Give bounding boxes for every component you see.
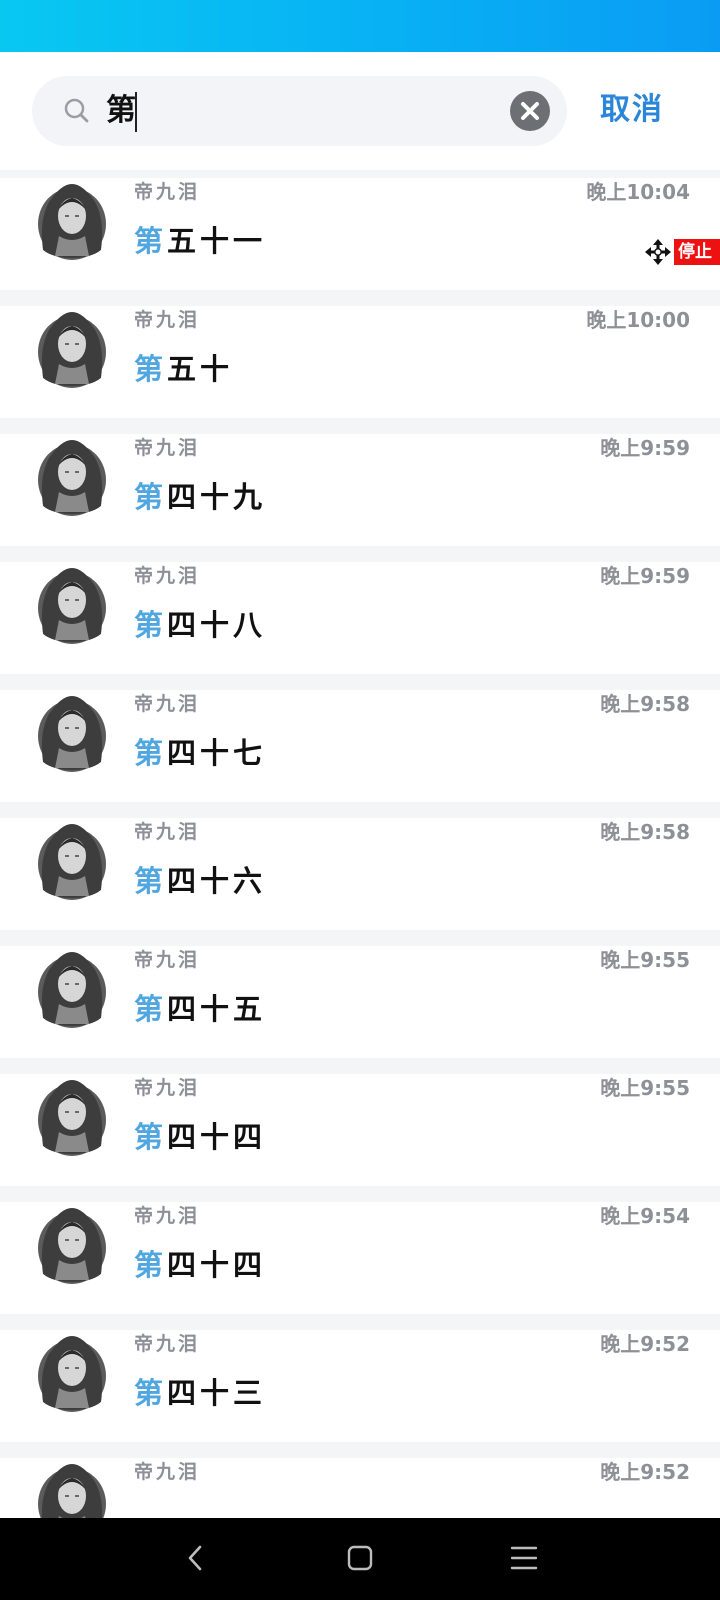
message-text: 第四十四 <box>134 1246 266 1284</box>
message-remainder: 四十三 <box>167 1376 267 1410</box>
sender-name: 帝九泪 <box>134 437 201 459</box>
highlighted-match: 第 <box>134 1120 168 1154</box>
message-time: 晚上9:54 <box>600 1204 690 1228</box>
avatar <box>35 692 109 772</box>
search-results-list: 帝九泪 晚上10:04 第五十一 帝九泪 晚上10:00 第五十 帝九泪 晚上9:59 第四十九… <box>0 170 720 1518</box>
message-time: 晚上9:58 <box>600 692 690 716</box>
close-icon <box>521 102 539 120</box>
message-text: 第四十七 <box>134 734 266 772</box>
status-bar <box>0 0 720 52</box>
message-remainder: 四十九 <box>167 480 267 514</box>
avatar <box>35 820 109 900</box>
clear-button[interactable] <box>510 91 550 131</box>
search-result-item[interactable]: 帝九泪 晚上9:59 第四十八 <box>0 562 720 674</box>
cancel-button[interactable]: 取消 <box>600 88 664 132</box>
search-result-item[interactable]: 帝九泪 晚上9:59 第四十九 <box>0 434 720 546</box>
highlighted-match: 第 <box>134 480 168 514</box>
highlighted-match: 第 <box>134 736 168 770</box>
floating-widget[interactable]: 停止 <box>644 236 720 268</box>
message-text: 第四十八 <box>134 606 266 644</box>
message-remainder: 五十 <box>167 352 234 386</box>
message-remainder: 四十五 <box>167 992 267 1026</box>
search-result-item[interactable]: 帝九泪 晚上9:58 第四十七 <box>0 690 720 802</box>
message-remainder: 四十八 <box>167 608 267 642</box>
sender-name: 帝九泪 <box>134 309 201 331</box>
message-time: 晚上9:52 <box>600 1460 690 1484</box>
highlighted-match: 第 <box>134 1376 168 1410</box>
back-icon[interactable] <box>176 1538 216 1578</box>
sender-name: 帝九泪 <box>134 1077 201 1099</box>
message-time: 晚上9:59 <box>600 564 690 588</box>
message-text: 第五十 <box>134 350 233 388</box>
avatar <box>35 1076 109 1156</box>
highlighted-match: 第 <box>134 864 168 898</box>
search-result-item[interactable]: 帝九泪 晚上9:55 第四十五 <box>0 946 720 1058</box>
stop-button[interactable]: 停止 <box>674 239 720 265</box>
search-result-item[interactable]: 帝九泪 晚上9:58 第四十六 <box>0 818 720 930</box>
avatar <box>35 948 109 1028</box>
avatar <box>35 308 109 388</box>
menu-icon[interactable] <box>504 1538 544 1578</box>
message-text: 第四十三 <box>134 1374 266 1412</box>
message-time: 晚上10:04 <box>586 180 690 204</box>
message-text: 第五十一 <box>134 222 266 260</box>
message-time: 晚上9:55 <box>600 948 690 972</box>
sender-name: 帝九泪 <box>134 693 201 715</box>
home-icon[interactable] <box>340 1538 380 1578</box>
avatar <box>35 436 109 516</box>
search-query[interactable]: 第 <box>106 89 136 133</box>
search-result-item[interactable]: 帝九泪 晚上9:54 第四十四 <box>0 1202 720 1314</box>
message-text: 第四十九 <box>134 478 266 516</box>
move-icon[interactable] <box>644 238 672 266</box>
search-result-item[interactable]: 帝九泪 晚上9:52 <box>0 1458 720 1518</box>
message-time: 晚上9:55 <box>600 1076 690 1100</box>
highlighted-match: 第 <box>134 1248 168 1282</box>
message-remainder: 四十六 <box>167 864 267 898</box>
sender-name: 帝九泪 <box>134 1205 201 1227</box>
message-text: 第四十四 <box>134 1118 266 1156</box>
message-time: 晚上9:58 <box>600 820 690 844</box>
search-bar: 第 取消 <box>0 52 720 170</box>
message-remainder: 四十七 <box>167 736 267 770</box>
sender-name: 帝九泪 <box>134 949 201 971</box>
message-time: 晚上10:00 <box>586 308 690 332</box>
sender-name: 帝九泪 <box>134 821 201 843</box>
search-result-item[interactable]: 帝九泪 晚上9:52 第四十三 <box>0 1330 720 1442</box>
avatar <box>35 1332 109 1412</box>
message-remainder: 四十四 <box>167 1248 267 1282</box>
search-result-item[interactable]: 帝九泪 晚上10:00 第五十 <box>0 306 720 418</box>
search-icon <box>64 98 89 123</box>
avatar <box>35 180 109 260</box>
search-input[interactable]: 第 <box>32 76 567 146</box>
message-time: 晚上9:59 <box>600 436 690 460</box>
highlighted-match: 第 <box>134 608 168 642</box>
search-result-item[interactable]: 帝九泪 晚上10:04 第五十一 <box>0 178 720 290</box>
avatar <box>35 1460 109 1518</box>
navigation-bar <box>0 1518 720 1600</box>
sender-name: 帝九泪 <box>134 565 201 587</box>
search-result-item[interactable]: 帝九泪 晚上9:55 第四十四 <box>0 1074 720 1186</box>
sender-name: 帝九泪 <box>134 1461 201 1483</box>
avatar <box>35 1204 109 1284</box>
avatar <box>35 564 109 644</box>
highlighted-match: 第 <box>134 224 168 258</box>
text-caret <box>135 92 137 132</box>
highlighted-match: 第 <box>134 352 168 386</box>
message-text: 第四十六 <box>134 862 266 900</box>
sender-name: 帝九泪 <box>134 1333 201 1355</box>
message-time: 晚上9:52 <box>600 1332 690 1356</box>
message-text: 第四十五 <box>134 990 266 1028</box>
message-remainder: 五十一 <box>167 224 267 258</box>
highlighted-match: 第 <box>134 992 168 1026</box>
message-remainder: 四十四 <box>167 1120 267 1154</box>
sender-name: 帝九泪 <box>134 181 201 203</box>
